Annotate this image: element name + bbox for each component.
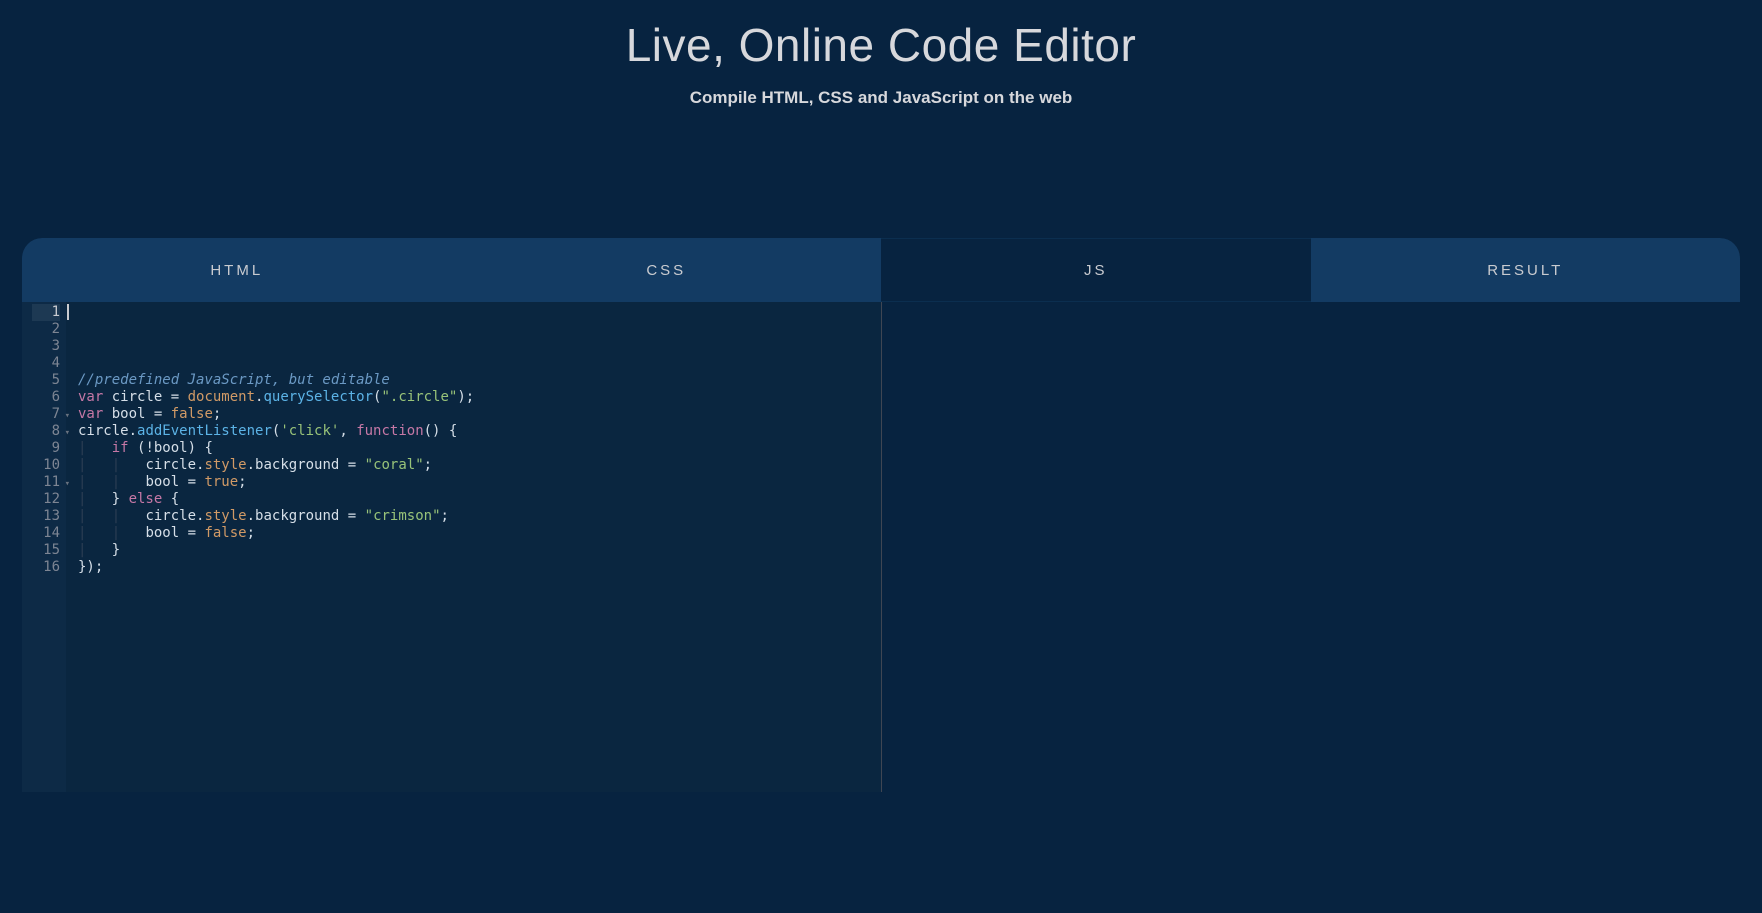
line-number: 9 bbox=[32, 440, 60, 457]
result-pane bbox=[881, 302, 1740, 792]
code-line[interactable]: }); bbox=[78, 559, 875, 576]
code-line[interactable]: var bool = false; bbox=[78, 406, 875, 423]
line-number-gutter: 12345678910111213141516 bbox=[22, 302, 66, 792]
tab-bar: HTML CSS JS RESULT bbox=[22, 238, 1740, 302]
code-line[interactable]: circle.addEventListener('click', functio… bbox=[78, 423, 875, 440]
line-number: 11 bbox=[32, 474, 60, 491]
tab-html[interactable]: HTML bbox=[22, 238, 452, 302]
line-number: 15 bbox=[32, 542, 60, 559]
code-line[interactable]: | } bbox=[78, 542, 875, 559]
code-line[interactable]: | | circle.style.background = "crimson"; bbox=[78, 508, 875, 525]
line-number: 10 bbox=[32, 457, 60, 474]
code-line[interactable]: //predefined JavaScript, but editable bbox=[78, 372, 875, 389]
editor-body: 12345678910111213141516 //predefined Jav… bbox=[22, 302, 1740, 792]
code-line[interactable]: | | circle.style.background = "coral"; bbox=[78, 457, 875, 474]
line-number: 13 bbox=[32, 508, 60, 525]
code-area[interactable]: //predefined JavaScript, but editablevar… bbox=[66, 302, 881, 792]
line-number: 1 bbox=[32, 304, 60, 321]
line-number: 8 bbox=[32, 423, 60, 440]
text-cursor bbox=[67, 304, 69, 320]
page-subtitle: Compile HTML, CSS and JavaScript on the … bbox=[0, 88, 1762, 108]
line-number: 14 bbox=[32, 525, 60, 542]
page-header: Live, Online Code Editor Compile HTML, C… bbox=[0, 0, 1762, 108]
line-number: 6 bbox=[32, 389, 60, 406]
line-number: 2 bbox=[32, 321, 60, 338]
code-line[interactable]: | if (!bool) { bbox=[78, 440, 875, 457]
line-number: 4 bbox=[32, 355, 60, 372]
code-line[interactable] bbox=[78, 355, 875, 372]
code-line[interactable]: | | bool = true; bbox=[78, 474, 875, 491]
tab-css[interactable]: CSS bbox=[452, 238, 882, 302]
line-number: 12 bbox=[32, 491, 60, 508]
page-title: Live, Online Code Editor bbox=[0, 18, 1762, 72]
line-number: 3 bbox=[32, 338, 60, 355]
editor-panel: HTML CSS JS RESULT 123456789101112131415… bbox=[22, 238, 1740, 792]
code-editor[interactable]: 12345678910111213141516 //predefined Jav… bbox=[22, 302, 881, 792]
code-line[interactable]: | } else { bbox=[78, 491, 875, 508]
line-number: 16 bbox=[32, 559, 60, 576]
tab-result[interactable]: RESULT bbox=[1311, 238, 1741, 302]
code-line[interactable]: | | bool = false; bbox=[78, 525, 875, 542]
line-number: 5 bbox=[32, 372, 60, 389]
code-line[interactable]: var circle = document.querySelector(".ci… bbox=[78, 389, 875, 406]
line-number: 7 bbox=[32, 406, 60, 423]
tab-js[interactable]: JS bbox=[881, 238, 1311, 302]
